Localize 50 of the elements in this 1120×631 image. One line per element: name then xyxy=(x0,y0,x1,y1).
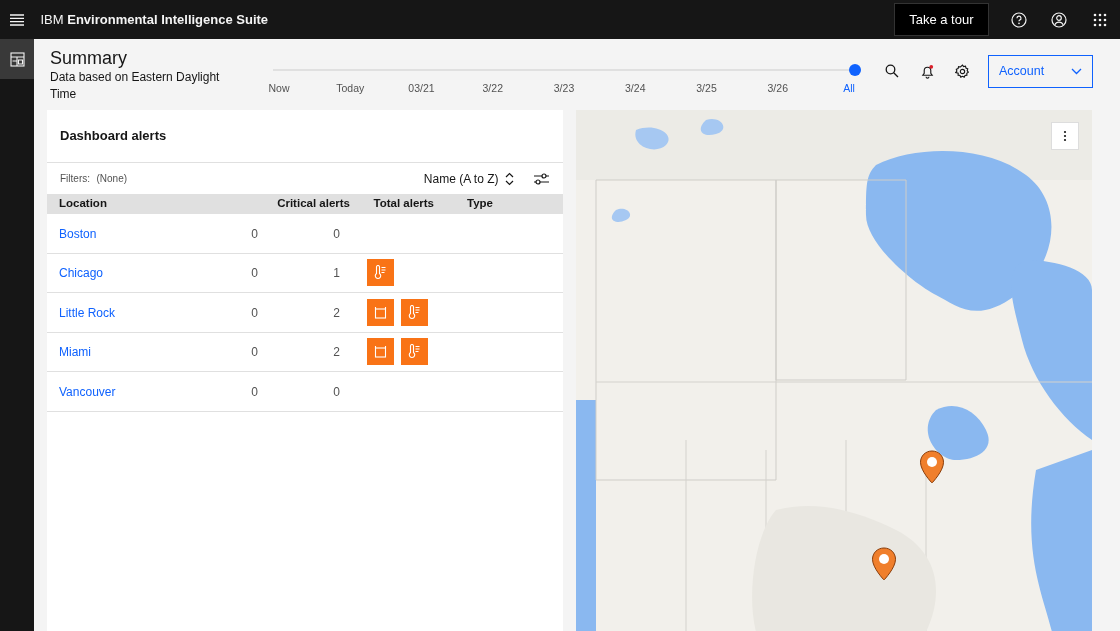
account-dropdown[interactable]: Account xyxy=(988,55,1093,88)
location-link[interactable]: Little Rock xyxy=(59,305,116,320)
frame-icon[interactable] xyxy=(367,298,394,326)
column-header: Total alerts xyxy=(373,197,434,210)
table-cell: 0 xyxy=(333,226,340,241)
app-title: IBM Environmental Intelligence Suite xyxy=(40,10,269,29)
table-cell: 0 xyxy=(251,305,258,320)
frame-icon[interactable] xyxy=(367,338,394,366)
column-header: Location xyxy=(59,197,107,210)
table-cell: 2 xyxy=(333,305,340,320)
table-cell: 0 xyxy=(251,226,258,241)
sort-dropdown[interactable]: Name (A to Z) xyxy=(417,168,520,189)
timeline-stop[interactable]: 3/24 xyxy=(615,81,656,97)
panel-title: Dashboard alerts xyxy=(60,128,167,143)
filters-value: (None) xyxy=(96,172,128,186)
timeline-stop[interactable]: Now xyxy=(259,81,299,97)
table-cell: 0 xyxy=(251,345,258,359)
take-a-tour-button[interactable]: Take a tour xyxy=(894,3,989,36)
filters-label: Filters: xyxy=(60,172,90,186)
table-cell: 2 xyxy=(333,345,340,359)
timeline-stop[interactable]: All xyxy=(829,81,869,97)
map-pin-icon[interactable] xyxy=(871,547,897,581)
page-title: Summary xyxy=(50,47,128,69)
timeline-stop[interactable]: 3/25 xyxy=(686,81,727,97)
timeline-stop[interactable]: 3/22 xyxy=(472,81,513,97)
table-cell: 0 xyxy=(251,384,258,399)
timeline-stop[interactable]: 03/21 xyxy=(401,81,442,97)
location-link[interactable]: Chicago xyxy=(59,266,104,280)
timeline-stop[interactable]: 3/26 xyxy=(757,81,798,97)
dashboard-nav-item[interactable] xyxy=(0,39,34,79)
slider-thumb[interactable] xyxy=(849,64,861,76)
sort-icon xyxy=(505,171,514,186)
thermometer-icon[interactable] xyxy=(401,298,428,326)
page-subtitle: Data based on Eastern Daylight Time xyxy=(50,69,220,103)
table-cell: 1 xyxy=(333,266,340,280)
column-header: Critical alerts xyxy=(277,197,350,210)
dashboard-icon xyxy=(9,51,25,67)
chevron-down-icon xyxy=(1071,68,1082,75)
thermometer-icon[interactable] xyxy=(367,259,394,287)
table-cell: 0 xyxy=(333,384,340,399)
location-link[interactable]: Vancouver xyxy=(59,384,116,399)
filter-settings-icon[interactable] xyxy=(533,170,550,187)
timeline-stop[interactable]: 3/23 xyxy=(544,81,584,97)
location-link[interactable]: Miami xyxy=(59,345,91,359)
map-pin-icon[interactable] xyxy=(919,450,945,484)
thermometer-icon[interactable] xyxy=(401,338,428,366)
column-header: Type xyxy=(467,197,493,210)
timeline-stop[interactable]: Today xyxy=(330,81,371,97)
table-cell: 0 xyxy=(251,266,258,280)
location-link[interactable]: Boston xyxy=(59,226,97,241)
